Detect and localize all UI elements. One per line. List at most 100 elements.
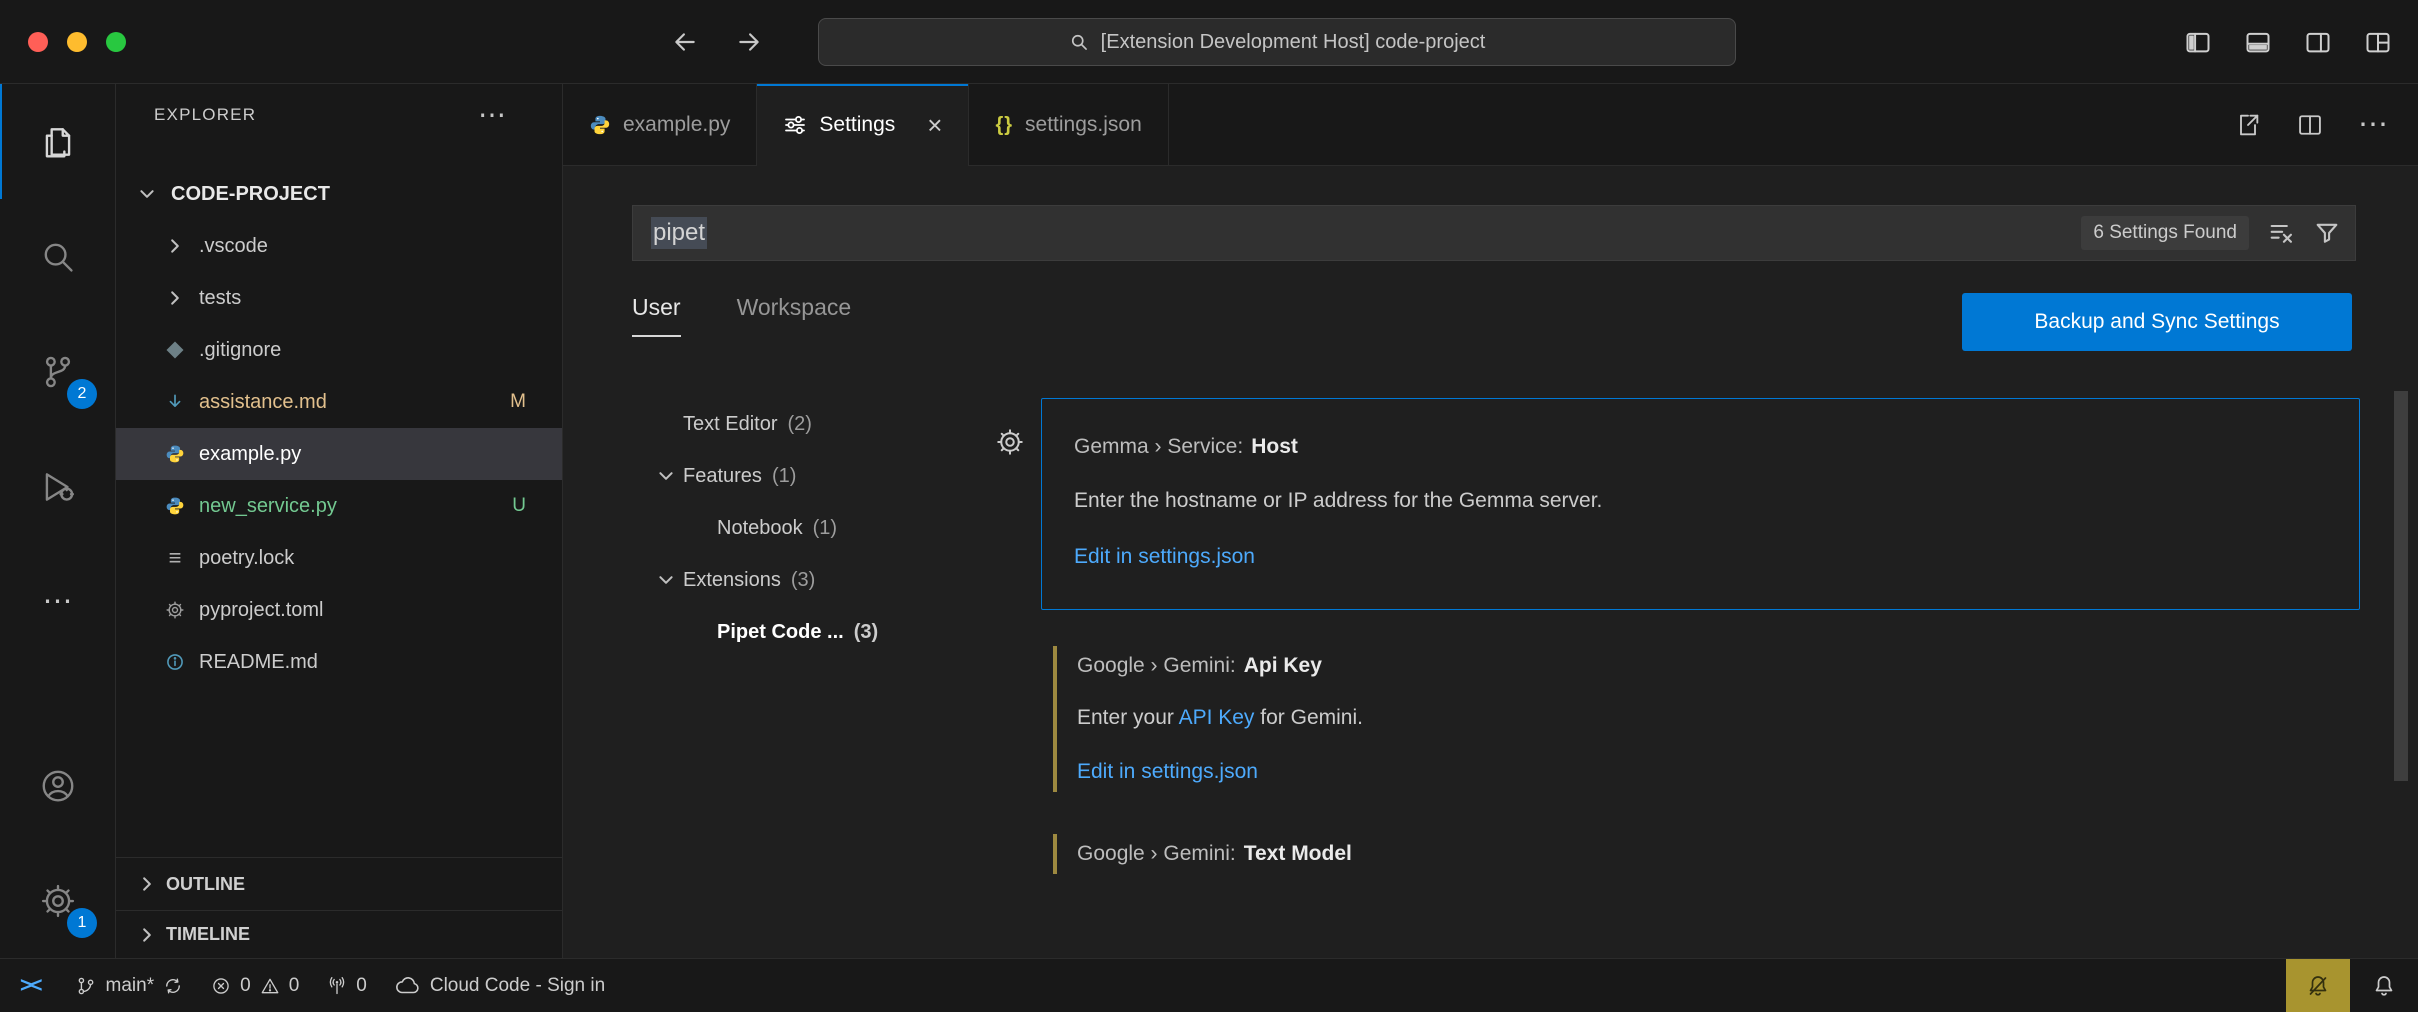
chevron-down-icon: [132, 185, 162, 203]
file-label: pyproject.toml: [199, 599, 324, 622]
cloud-icon: [395, 976, 421, 996]
explorer-more-actions-icon[interactable]: ⋯: [478, 110, 506, 120]
file-label: example.py: [199, 443, 301, 466]
toggle-panel-icon[interactable]: [2244, 28, 2272, 56]
toggle-sidebar-icon[interactable]: [2184, 28, 2212, 56]
toc-count: (1): [813, 517, 837, 540]
search-value: pipet: [651, 217, 707, 249]
tab-label: Settings: [819, 113, 895, 137]
tree-item-new-service-py[interactable]: new_service.py U: [116, 480, 562, 532]
cloud-code-label: Cloud Code - Sign in: [430, 975, 605, 997]
tree-item-pyproject-toml[interactable]: pyproject.toml: [116, 584, 562, 636]
setting-gemma-service-host[interactable]: Gemma › Service:Host Enter the hostname …: [1041, 398, 2360, 610]
outline-section-header[interactable]: OUTLINE: [116, 857, 562, 910]
window-title: [Extension Development Host] code-projec…: [1101, 31, 1486, 54]
explorer-activity-button[interactable]: [0, 84, 115, 199]
tree-item-gitignore[interactable]: .gitignore: [116, 324, 562, 376]
title-bar: [Extension Development Host] code-projec…: [0, 0, 2418, 84]
split-editor-icon[interactable]: [2296, 111, 2324, 139]
clear-filters-icon[interactable]: [2267, 219, 2295, 247]
tree-item-tests[interactable]: tests: [116, 272, 562, 324]
run-debug-icon: [39, 468, 77, 506]
run-debug-activity-button[interactable]: [0, 429, 115, 544]
source-control-activity-button[interactable]: 2: [0, 314, 115, 429]
tree-root-folder[interactable]: CODE-PROJECT: [116, 168, 562, 220]
git-branch-item[interactable]: main*: [61, 959, 198, 1012]
toc-item-extensions[interactable]: Extensions (3): [649, 554, 1019, 606]
ports-count: 0: [356, 975, 367, 997]
backup-sync-settings-button[interactable]: Backup and Sync Settings: [1962, 293, 2352, 351]
tab-example-py[interactable]: example.py: [563, 84, 757, 166]
close-window-button[interactable]: [28, 32, 48, 52]
toc-item-notebook[interactable]: Notebook (1): [649, 502, 1019, 554]
cloud-code-item[interactable]: Cloud Code - Sign in: [381, 959, 619, 1012]
setting-google-gemini-api-key[interactable]: Google › Gemini:Api Key Enter your API K…: [1041, 640, 2360, 798]
toc-item-features[interactable]: Features (1): [649, 450, 1019, 502]
setting-gear-icon[interactable]: [995, 427, 1025, 457]
settings-search-input[interactable]: pipet 6 Settings Found: [632, 205, 2356, 261]
setting-google-gemini-text-model[interactable]: Google › Gemini:Text Model: [1041, 828, 2360, 880]
remote-indicator[interactable]: ><: [0, 959, 61, 1012]
timeline-section-header[interactable]: TIMELINE: [116, 910, 562, 958]
notifications-item[interactable]: [2350, 959, 2418, 1012]
toc-label: Notebook: [717, 517, 803, 540]
manage-badge: 1: [67, 908, 97, 938]
gear-file-icon: [160, 600, 190, 620]
git-file-icon: [160, 344, 190, 356]
setting-category: Google › Gemini:: [1077, 654, 1236, 677]
settings-list: Gemma › Service:Host Enter the hostname …: [1041, 398, 2360, 880]
settings-sliders-icon: [783, 113, 807, 137]
close-tab-icon[interactable]: ×: [927, 110, 942, 141]
vertical-scrollbar[interactable]: [2394, 391, 2408, 781]
tree-item-assistance-md[interactable]: assistance.md M: [116, 376, 562, 428]
warning-icon: [260, 976, 280, 996]
forward-icon[interactable]: [736, 29, 762, 55]
toc-count: (1): [772, 465, 796, 488]
branch-label: main*: [106, 975, 155, 997]
error-icon: [211, 976, 231, 996]
tab-settings-json[interactable]: {} settings.json: [969, 84, 1168, 166]
git-status-badge: M: [510, 391, 526, 413]
do-not-disturb-item[interactable]: [2286, 959, 2350, 1012]
manage-activity-button[interactable]: 1: [0, 843, 115, 958]
tree-item-readme-md[interactable]: README.md: [116, 636, 562, 688]
ports-item[interactable]: 0: [313, 959, 381, 1012]
chevron-right-icon: [166, 231, 184, 261]
tab-label: example.py: [623, 113, 730, 137]
zoom-window-button[interactable]: [106, 32, 126, 52]
accounts-activity-button[interactable]: [0, 728, 115, 843]
problems-item[interactable]: 0 0: [197, 959, 313, 1012]
tab-settings[interactable]: Settings ×: [757, 84, 969, 166]
python-file-icon: [589, 114, 611, 136]
command-center[interactable]: [Extension Development Host] code-projec…: [818, 18, 1736, 66]
tree-item-example-py[interactable]: example.py: [116, 428, 562, 480]
more-actions-icon[interactable]: ⋯: [2358, 121, 2388, 129]
toggle-secondary-sidebar-icon[interactable]: [2304, 28, 2332, 56]
section-label: OUTLINE: [166, 874, 245, 895]
scope-tab-user[interactable]: User: [632, 294, 681, 337]
file-label: new_service.py: [199, 495, 337, 518]
search-icon: [39, 238, 77, 276]
tree-item-vscode[interactable]: .vscode: [116, 220, 562, 272]
editor-tab-bar: example.py Settings × {} settings.json ⋯: [563, 84, 2418, 166]
setting-category: Gemma › Service:: [1074, 435, 1243, 458]
tree-item-poetry-lock[interactable]: ≡ poetry.lock: [116, 532, 562, 584]
section-label: TIMELINE: [166, 924, 250, 945]
toc-item-pipet-code[interactable]: Pipet Code ... (3): [649, 606, 1019, 658]
file-label: .gitignore: [199, 339, 281, 362]
scope-tab-workspace[interactable]: Workspace: [737, 294, 852, 337]
python-file-icon: [160, 444, 190, 464]
more-views-activity-button[interactable]: ⋯: [0, 544, 115, 659]
account-icon: [39, 767, 77, 805]
error-count: 0: [240, 975, 251, 997]
customize-layout-icon[interactable]: [2364, 28, 2392, 56]
toc-item-text-editor[interactable]: Text Editor (2): [649, 398, 1019, 450]
filter-icon[interactable]: [2313, 219, 2341, 247]
edit-in-settings-json-link[interactable]: Edit in settings.json: [1074, 545, 2331, 569]
search-activity-button[interactable]: [0, 199, 115, 314]
open-settings-json-icon[interactable]: [2234, 111, 2262, 139]
edit-in-settings-json-link[interactable]: Edit in settings.json: [1077, 760, 2332, 784]
api-key-link[interactable]: API Key: [1179, 706, 1255, 729]
minimize-window-button[interactable]: [67, 32, 87, 52]
back-icon[interactable]: [672, 29, 698, 55]
